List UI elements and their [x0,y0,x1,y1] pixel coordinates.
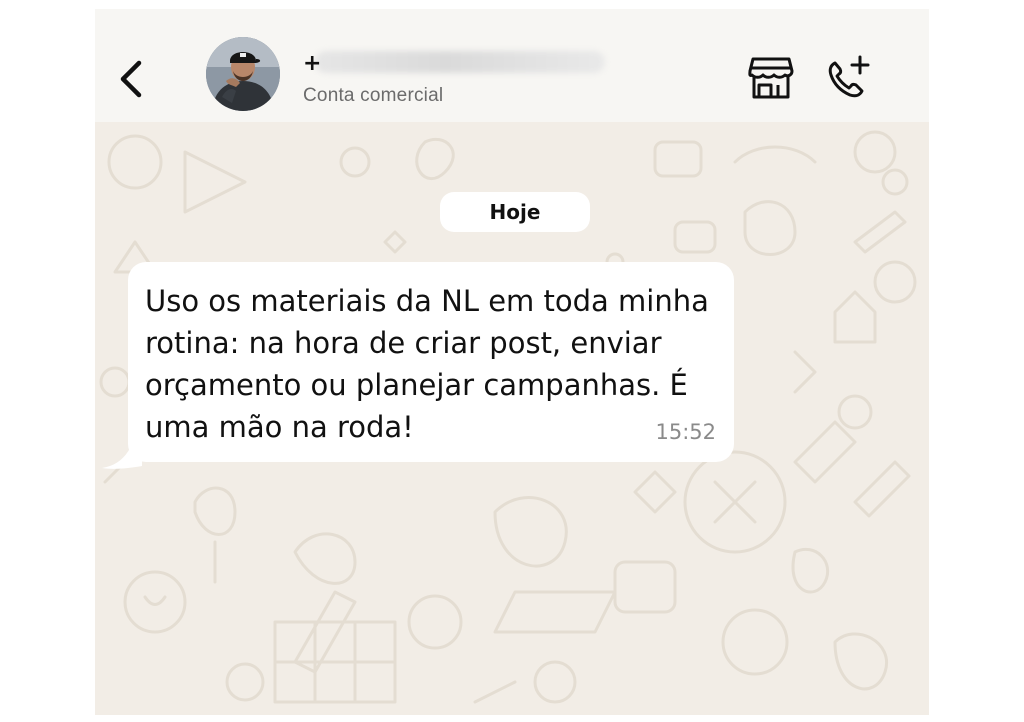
message-text: Uso os materiais da NL em toda minha rot… [145,284,709,444]
add-call-icon [828,55,870,98]
back-button[interactable] [113,57,151,101]
chevron-left-icon [120,60,142,98]
avatar-photo [206,37,280,111]
chat-screen: + Conta comercial Hoje Uso os materiais … [95,9,929,715]
business-account-label[interactable]: Conta comercial [303,85,443,107]
add-call-button[interactable] [823,53,873,103]
contact-avatar[interactable] [206,37,280,111]
contact-name-redacted [315,51,605,73]
catalog-button[interactable] [747,55,795,101]
storefront-icon [748,57,794,99]
message-bubble[interactable]: Uso os materiais da NL em toda minha rot… [128,262,734,462]
date-separator: Hoje [440,192,590,232]
chat-header: + Conta comercial [95,9,929,122]
chat-area[interactable]: Hoje Uso os materiais da NL em toda minh… [95,122,929,715]
contact-number-prefix[interactable]: + [303,53,321,75]
message-timestamp: 15:52 [655,420,716,444]
